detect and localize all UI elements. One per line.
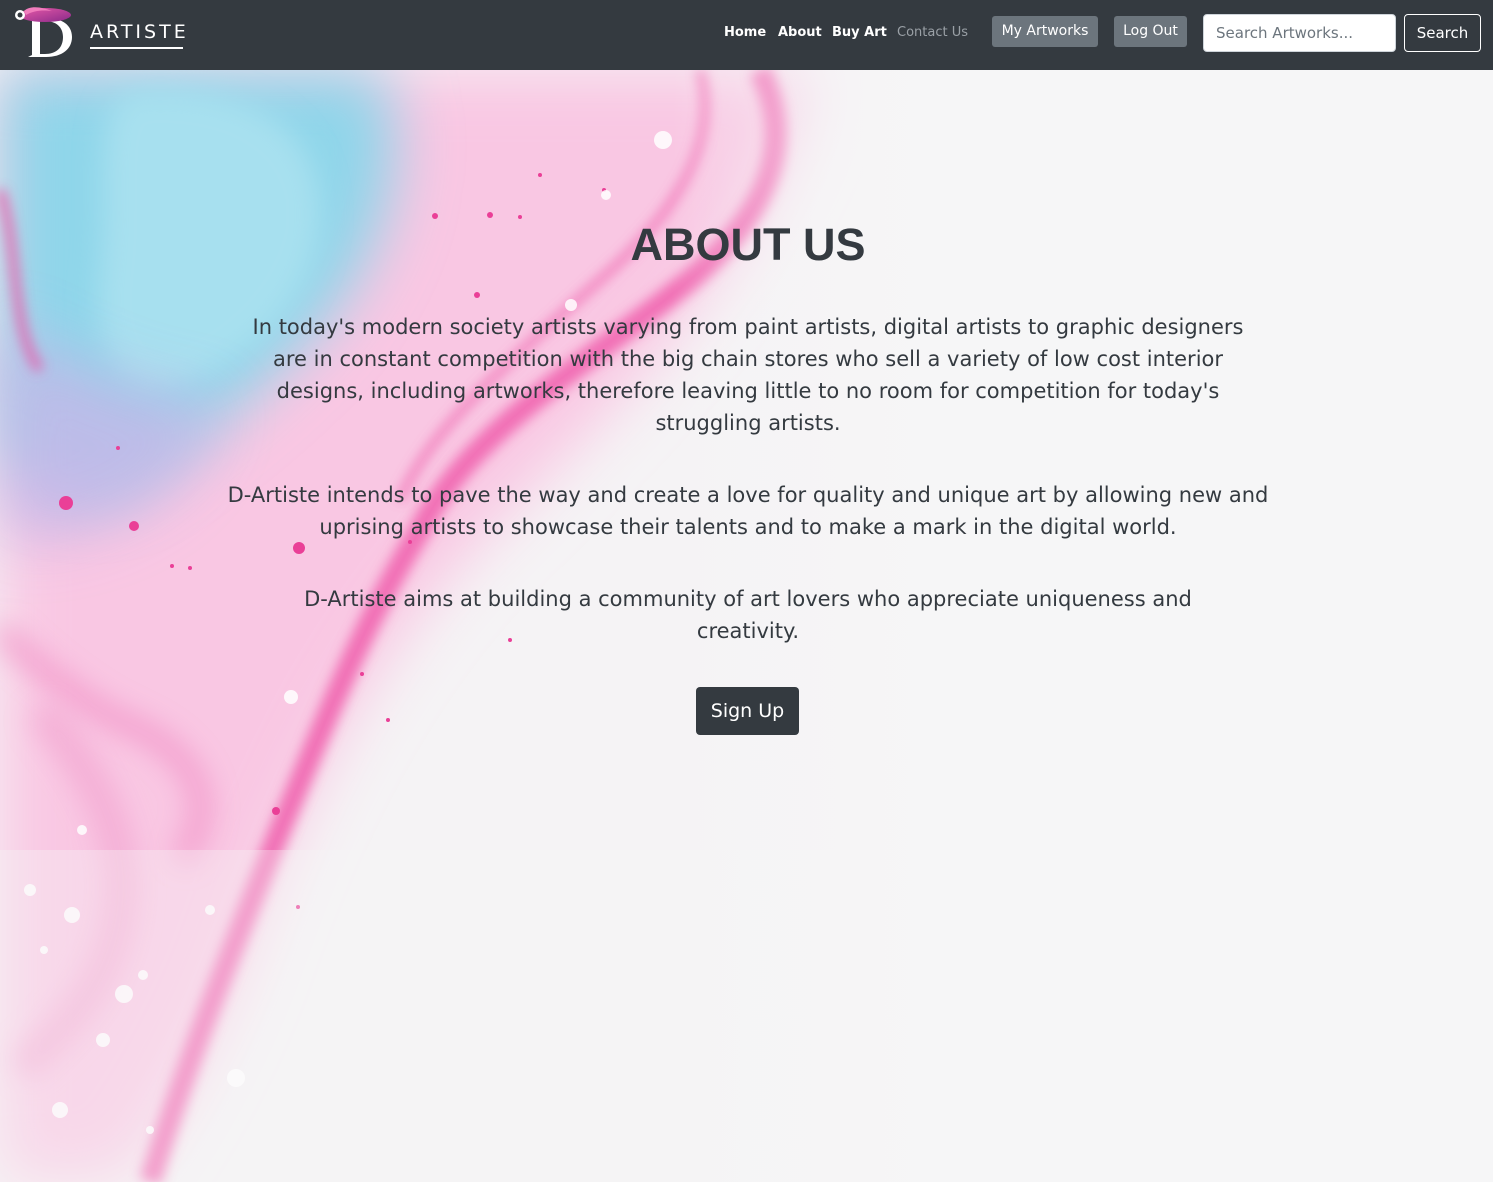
about-paragraph-3: D-Artiste aims at building a community o… xyxy=(304,587,1192,643)
page-title: ABOUT US xyxy=(630,219,866,270)
about-hero: ABOUT US In today's modern society artis… xyxy=(0,70,1493,1182)
about-paragraph-2: D-Artiste intends to pave the way and cr… xyxy=(227,483,1269,539)
nav-contact-us[interactable]: Contact Us xyxy=(897,25,968,41)
search-input[interactable] xyxy=(1203,14,1396,52)
log-out-button[interactable]: Log Out xyxy=(1114,16,1187,47)
navbar: ARTISTE Home About Buy Art Contact Us My… xyxy=(0,0,1493,70)
brand-underline xyxy=(90,47,183,49)
brand-name: ARTISTE xyxy=(90,21,189,43)
nav-buy-art[interactable]: Buy Art xyxy=(832,25,887,41)
nav-about[interactable]: About xyxy=(778,25,822,41)
search-button[interactable]: Search xyxy=(1404,14,1481,52)
about-paragraph-1: In today's modern society artists varyin… xyxy=(252,315,1244,435)
d-letter-logo-icon xyxy=(15,7,72,57)
nav-home[interactable]: Home xyxy=(724,25,766,41)
my-artworks-button[interactable]: My Artworks xyxy=(992,16,1098,47)
sign-up-button[interactable]: Sign Up xyxy=(696,687,799,735)
brand-logo[interactable]: ARTISTE xyxy=(12,5,186,61)
